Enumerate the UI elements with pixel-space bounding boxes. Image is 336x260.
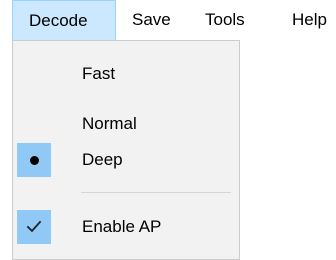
check-indicator: [17, 210, 51, 244]
menu-bar: Decode Save Tools Help: [0, 0, 336, 40]
menu-item-deep[interactable]: Deep: [13, 140, 239, 180]
menu-separator: [81, 192, 231, 193]
menu-help-label: Help: [292, 10, 327, 29]
menu-decode-label: Decode: [29, 11, 88, 30]
menu-item-fast-label: Fast: [82, 64, 116, 83]
menu-save-label: Save: [132, 10, 171, 29]
radio-indicator: [17, 143, 51, 177]
menu-item-enable-ap-label: Enable AP: [82, 217, 162, 236]
menu-tools-label: Tools: [205, 10, 245, 29]
menu-tools[interactable]: Tools: [205, 0, 245, 40]
menu-item-normal[interactable]: Normal: [13, 104, 239, 144]
checkmark-icon: [26, 220, 42, 233]
menu-item-fast[interactable]: Fast: [13, 54, 239, 94]
menu-save[interactable]: Save: [132, 0, 171, 40]
menu-item-enable-ap[interactable]: Enable AP: [13, 207, 239, 247]
decode-dropdown-menu: Fast Normal Deep Enable AP: [12, 40, 240, 260]
menu-item-deep-label: Deep: [82, 150, 123, 169]
menu-decode[interactable]: Decode: [12, 0, 116, 40]
menu-item-normal-label: Normal: [82, 114, 137, 133]
bullet-icon: [29, 155, 39, 165]
menu-help[interactable]: Help: [292, 0, 327, 40]
